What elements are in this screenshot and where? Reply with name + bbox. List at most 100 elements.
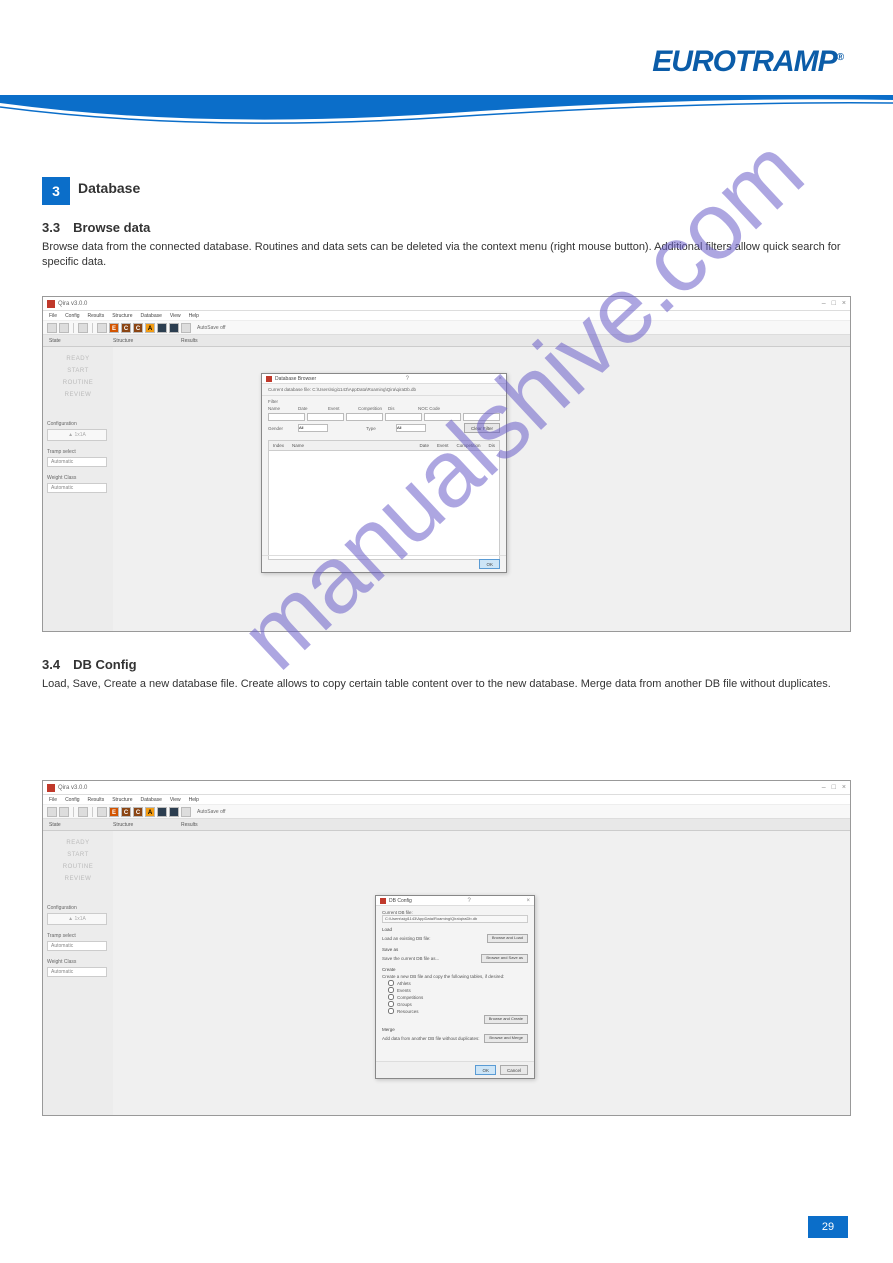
ok-button[interactable]: OK bbox=[475, 1065, 496, 1075]
col-results: Results bbox=[181, 822, 241, 828]
menu-structure[interactable]: Structure bbox=[112, 313, 132, 319]
dialog-help-icon[interactable]: ? bbox=[406, 376, 409, 382]
load-section-label: Load bbox=[382, 927, 528, 932]
toolbar-icon[interactable] bbox=[157, 807, 167, 817]
menu-results[interactable]: Results bbox=[88, 797, 105, 803]
toolbar-e-icon[interactable]: E bbox=[109, 323, 119, 333]
toolbar-icon[interactable] bbox=[169, 807, 179, 817]
filter-name-input[interactable] bbox=[268, 413, 305, 421]
toolbar-c-icon[interactable]: C bbox=[121, 323, 131, 333]
close-button[interactable]: × bbox=[842, 300, 846, 307]
filter-competition-label: Competition bbox=[358, 406, 386, 411]
dialog-help-icon[interactable]: ? bbox=[467, 898, 470, 904]
check-events[interactable] bbox=[388, 987, 394, 993]
section-number-badge: 3 bbox=[42, 177, 70, 205]
weight-select[interactable]: Automatic bbox=[47, 483, 107, 493]
filter-competition-input[interactable] bbox=[385, 413, 422, 421]
toolbar-icon[interactable] bbox=[47, 323, 57, 333]
toolbar-icon[interactable] bbox=[169, 323, 179, 333]
check-resources[interactable] bbox=[388, 1008, 394, 1014]
weight-select[interactable]: Automatic bbox=[47, 967, 107, 977]
autosave-label: AutoSave off bbox=[197, 809, 226, 815]
toolbar-icon[interactable] bbox=[59, 323, 69, 333]
dialog-icon bbox=[266, 376, 272, 382]
create-section-label: Create bbox=[382, 967, 528, 972]
config-button[interactable]: ▲ 1x1A bbox=[47, 913, 107, 925]
config-label: Configuration bbox=[47, 905, 109, 911]
browse-save-button[interactable]: Browse and Save as bbox=[481, 954, 528, 963]
menu-config[interactable]: Config bbox=[65, 313, 79, 319]
state-review: REVIEW bbox=[47, 389, 109, 401]
column-headers: State Structure Results bbox=[43, 335, 850, 347]
maximize-button[interactable]: □ bbox=[832, 300, 836, 307]
close-button[interactable]: × bbox=[842, 784, 846, 791]
browse-load-button[interactable]: Browse and Load bbox=[487, 934, 528, 943]
col-state: State bbox=[43, 822, 113, 828]
check-groups[interactable] bbox=[388, 1001, 394, 1007]
toolbar-icon[interactable] bbox=[181, 807, 191, 817]
check-athlets[interactable] bbox=[388, 980, 394, 986]
filter-group-label: Filter bbox=[268, 399, 500, 404]
toolbar-icon[interactable] bbox=[78, 807, 88, 817]
toolbar-e-icon[interactable]: E bbox=[109, 807, 119, 817]
tramp-select[interactable]: Automatic bbox=[47, 457, 107, 467]
menu-view[interactable]: View bbox=[170, 313, 181, 319]
create-text: Create a new DB file and copy the follow… bbox=[382, 974, 528, 979]
cancel-button[interactable]: Cancel bbox=[500, 1065, 528, 1075]
menu-structure[interactable]: Structure bbox=[112, 797, 132, 803]
filter-dis-input[interactable] bbox=[424, 413, 461, 421]
app-icon bbox=[47, 300, 55, 308]
toolbar-c-icon[interactable]: C bbox=[133, 807, 143, 817]
menu-view[interactable]: View bbox=[170, 797, 181, 803]
toolbar-c-icon[interactable]: C bbox=[133, 323, 143, 333]
ok-button[interactable]: OK bbox=[479, 559, 500, 569]
results-table[interactable]: Index Name Date Event Competition Dis bbox=[268, 440, 500, 560]
sidebar: READY START ROUTINE REVIEW Configuration… bbox=[43, 347, 113, 631]
maximize-button[interactable]: □ bbox=[832, 784, 836, 791]
toolbar-icon[interactable] bbox=[47, 807, 57, 817]
state-ready: READY bbox=[47, 353, 109, 365]
toolbar-icon[interactable] bbox=[78, 323, 88, 333]
filter-date-label: Date bbox=[298, 406, 326, 411]
clear-filter-button[interactable]: Clear Filter bbox=[464, 423, 500, 433]
autosave-label: AutoSave off bbox=[197, 325, 226, 331]
minimize-button[interactable]: – bbox=[822, 300, 826, 307]
toolbar-c-icon[interactable]: C bbox=[121, 807, 131, 817]
filter-date-input[interactable] bbox=[307, 413, 344, 421]
toolbar-icon[interactable] bbox=[181, 323, 191, 333]
minimize-button[interactable]: – bbox=[822, 784, 826, 791]
browse-create-button[interactable]: Browse and Create bbox=[484, 1015, 528, 1024]
col-structure: Structure bbox=[113, 338, 181, 344]
dialog-close-icon[interactable]: × bbox=[526, 898, 530, 904]
toolbar-icon[interactable] bbox=[97, 807, 107, 817]
menu-help[interactable]: Help bbox=[189, 797, 199, 803]
gender-select[interactable]: All bbox=[298, 424, 328, 432]
menu-results[interactable]: Results bbox=[88, 313, 105, 319]
col-state: State bbox=[43, 338, 113, 344]
toolbar-icon[interactable] bbox=[157, 323, 167, 333]
dialog-close-icon[interactable]: × bbox=[498, 376, 502, 382]
menu-database[interactable]: Database bbox=[141, 313, 162, 319]
toolbar-a-icon[interactable]: A bbox=[145, 807, 155, 817]
menu-file[interactable]: File bbox=[49, 313, 57, 319]
config-button[interactable]: ▲ 1x1A bbox=[47, 429, 107, 441]
menu-database[interactable]: Database bbox=[141, 797, 162, 803]
th-name: Name bbox=[288, 443, 308, 448]
menu-file[interactable]: File bbox=[49, 797, 57, 803]
toolbar-icon[interactable] bbox=[59, 807, 69, 817]
filter-event-label: Event bbox=[328, 406, 356, 411]
menu-config[interactable]: Config bbox=[65, 797, 79, 803]
dialog-title: DB Config bbox=[389, 898, 412, 904]
check-competitions[interactable] bbox=[388, 994, 394, 1000]
menu-help[interactable]: Help bbox=[189, 313, 199, 319]
dialog-title: Database Browser bbox=[275, 376, 316, 382]
toolbar-a-icon[interactable]: A bbox=[145, 323, 155, 333]
subsection-text: Browse data from the connected database.… bbox=[42, 240, 842, 271]
filter-noc-input[interactable] bbox=[463, 413, 500, 421]
toolbar-icon[interactable] bbox=[97, 323, 107, 333]
tramp-select[interactable]: Automatic bbox=[47, 941, 107, 951]
browse-merge-button[interactable]: Browse and Merge bbox=[484, 1034, 528, 1043]
filter-event-input[interactable] bbox=[346, 413, 383, 421]
state-review: REVIEW bbox=[47, 873, 109, 885]
type-select[interactable]: All bbox=[396, 424, 426, 432]
